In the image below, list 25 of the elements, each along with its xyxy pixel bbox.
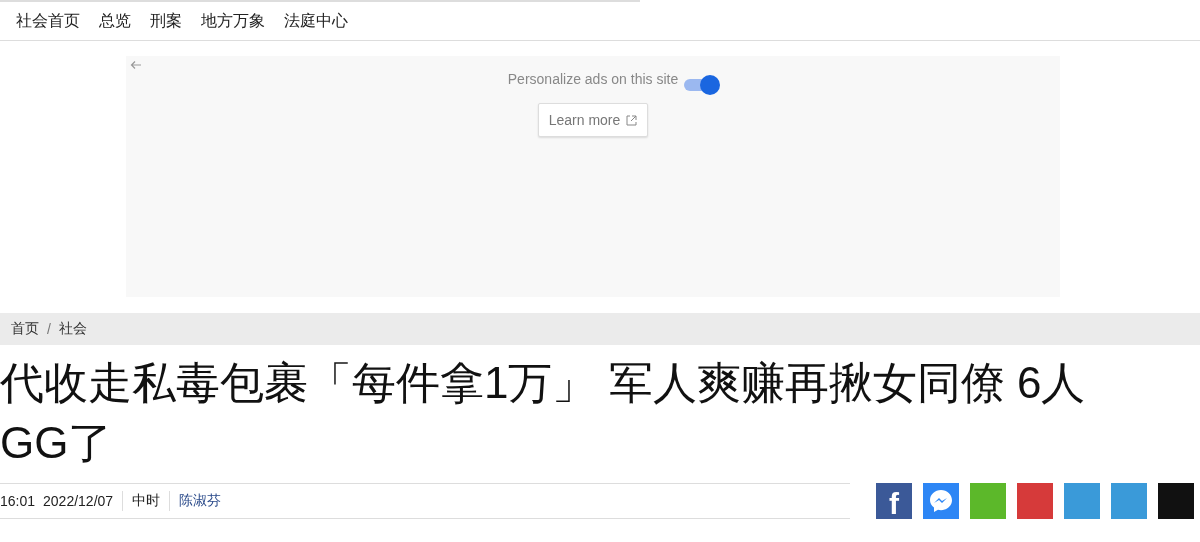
news-source: 中时 <box>122 491 170 511</box>
publish-time: 16:01 <box>0 493 36 509</box>
share-icon[interactable] <box>1064 483 1100 519</box>
author-link[interactable]: 陈淑芬 <box>169 491 231 511</box>
share-icon[interactable] <box>1017 483 1053 519</box>
share-icon[interactable] <box>1111 483 1147 519</box>
chat-bubble-icon[interactable] <box>923 483 959 519</box>
nav-link[interactable]: 总览 <box>99 10 131 40</box>
share-icon[interactable] <box>1158 483 1194 519</box>
learn-more-button[interactable]: Learn more <box>537 103 649 137</box>
facebook-icon[interactable]: f <box>876 483 912 519</box>
toggle-switch[interactable] <box>684 74 719 94</box>
nav-link[interactable]: 社会首页 <box>16 10 80 40</box>
nav-link[interactable]: 地方万象 <box>201 10 265 40</box>
nav-link[interactable]: 刑案 <box>150 10 182 40</box>
toggle-label: Personalize ads on this site <box>507 71 679 87</box>
share-icon[interactable] <box>970 483 1006 519</box>
breadcrumb-link[interactable]: 社会 <box>58 320 87 338</box>
breadcrumb-link[interactable]: 首页 <box>11 320 39 338</box>
breadcrumb-separator: / <box>47 321 51 337</box>
publish-date: 2022/12/07 <box>43 493 115 509</box>
external-link-icon <box>626 114 638 126</box>
article-headline: 代收走私毒包裹「每件拿1万」 军人爽赚再揪女同僚 6人GG了 <box>0 357 1087 469</box>
nav-link[interactable]: 法庭中心 <box>284 10 348 40</box>
back-arrow-icon[interactable] <box>130 60 142 70</box>
